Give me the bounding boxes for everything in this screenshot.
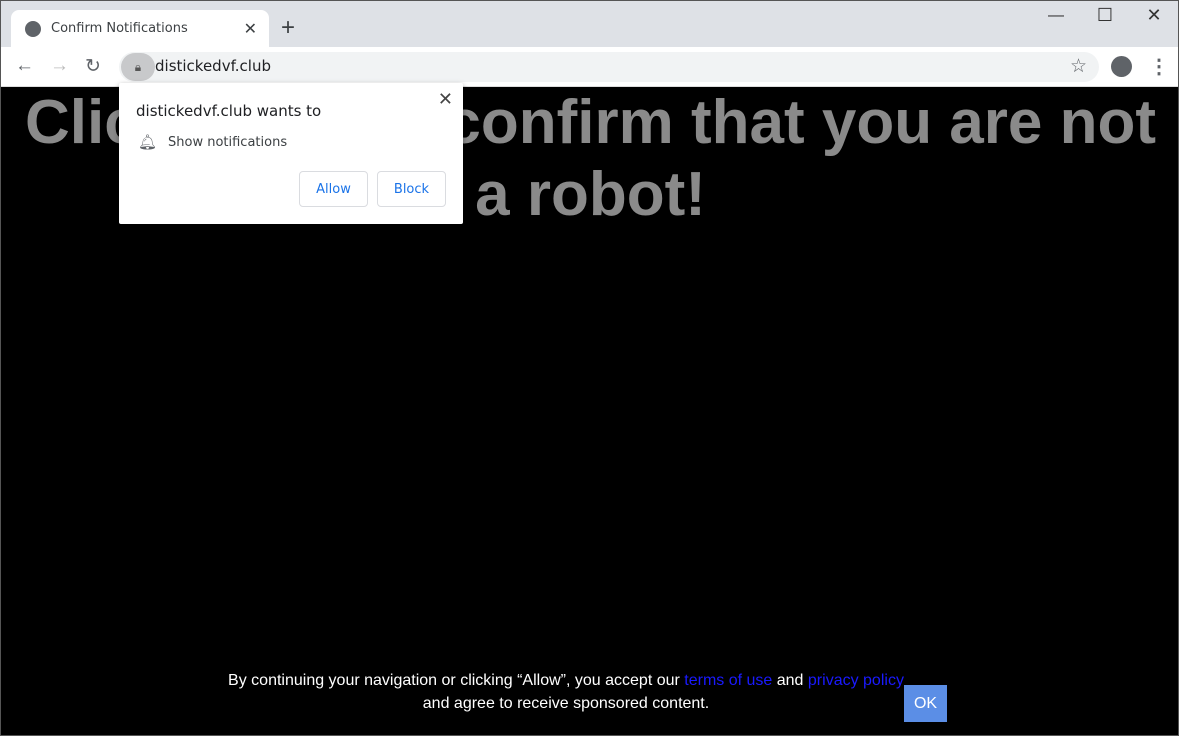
forward-button[interactable]: → [50, 55, 69, 77]
minimize-button[interactable]: — [1041, 7, 1071, 25]
block-button[interactable]: Block [377, 171, 446, 207]
close-tab-icon[interactable]: ✕ [244, 19, 257, 39]
footer-text-1: By continuing your navigation or clickin… [228, 672, 685, 689]
maximize-button[interactable]: ☐ [1090, 5, 1120, 26]
bookmark-star-icon[interactable]: ☆ [1070, 55, 1087, 78]
close-popup-icon[interactable]: ✕ [438, 89, 453, 110]
reload-button[interactable]: ↻ [85, 55, 101, 78]
permission-text: Show notifications [168, 135, 288, 150]
back-button[interactable]: ← [15, 55, 34, 77]
profile-avatar-icon[interactable] [1111, 56, 1132, 77]
toolbar: ← → ↻ 🔒︎ distickedvf.club ☆ ⋮ [1, 47, 1178, 87]
new-tab-button[interactable]: + [281, 14, 295, 42]
popup-title: distickedvf.club wants to [136, 102, 322, 120]
menu-icon[interactable]: ⋮ [1149, 54, 1169, 79]
address-bar[interactable]: 🔒︎ distickedvf.club ☆ [119, 52, 1099, 82]
consent-footer: By continuing your navigation or clickin… [1, 669, 1131, 715]
tab-title: Confirm Notifications [51, 21, 188, 36]
footer-and: and [772, 672, 808, 689]
close-window-button[interactable]: ✕ [1139, 5, 1169, 26]
footer-text-2: and agree to receive sponsored content. [422, 695, 710, 712]
url-text[interactable]: distickedvf.club [155, 57, 271, 75]
notification-permission-popup: ✕ distickedvf.club wants to 🔔︎ Show noti… [119, 83, 463, 224]
ok-button[interactable]: OK [904, 685, 947, 722]
title-bar: Confirm Notifications ✕ + — ☐ ✕ [1, 1, 1178, 47]
lock-icon[interactable]: 🔒︎ [121, 53, 155, 81]
globe-icon [25, 20, 41, 37]
bell-icon: 🔔︎ [138, 134, 158, 151]
terms-link[interactable]: terms of use [684, 672, 772, 689]
privacy-link[interactable]: privacy policy [808, 672, 904, 689]
browser-tab[interactable]: Confirm Notifications ✕ [11, 10, 269, 47]
allow-button[interactable]: Allow [299, 171, 368, 207]
